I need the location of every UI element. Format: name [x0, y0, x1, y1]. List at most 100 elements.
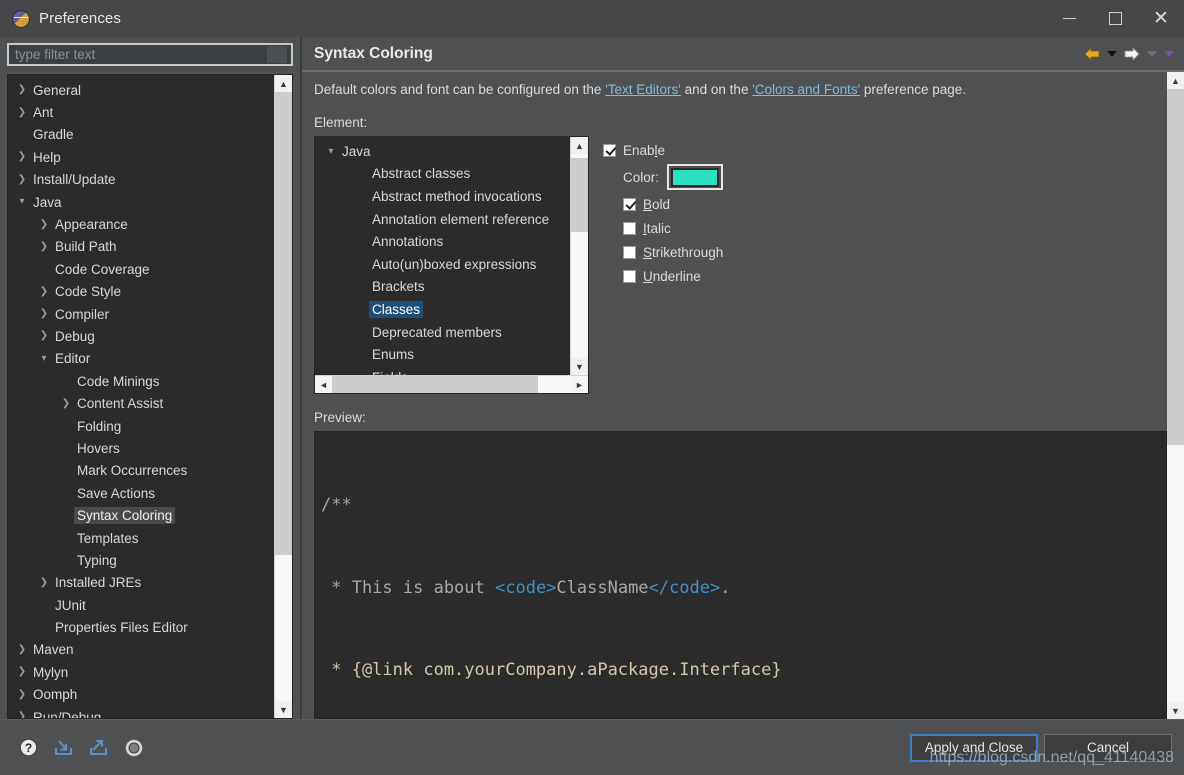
- sidebar-item-hovers[interactable]: Hovers: [8, 437, 274, 459]
- element-scroll-thumb[interactable]: [571, 158, 588, 232]
- color-swatch-button[interactable]: [667, 164, 724, 190]
- chevron-right-icon[interactable]: ❯: [36, 286, 52, 297]
- page-scroll-track[interactable]: [1167, 89, 1184, 702]
- chevron-right-icon[interactable]: ❯: [58, 398, 74, 409]
- cancel-button[interactable]: Cancel: [1044, 733, 1172, 762]
- chevron-down-icon[interactable]: ▾: [323, 146, 339, 157]
- sidebar-item-save-actions[interactable]: Save Actions: [8, 482, 274, 504]
- sidebar-item-compiler[interactable]: ❯ Compiler: [8, 303, 274, 325]
- export-icon[interactable]: [88, 737, 109, 758]
- sidebar-item-content-assist[interactable]: ❯ Content Assist: [8, 392, 274, 414]
- apply-and-close-button[interactable]: Apply and Close: [910, 733, 1038, 762]
- chevron-right-icon[interactable]: ❯: [14, 174, 30, 185]
- minimize-button[interactable]: [1046, 0, 1092, 37]
- element-scroll-down-icon[interactable]: ▼: [571, 358, 588, 375]
- element-scroll-track[interactable]: [571, 154, 588, 358]
- bold-option-row[interactable]: Bold: [603, 192, 723, 216]
- hscroll-thumb[interactable]: [332, 376, 538, 393]
- forward-arrow-icon[interactable]: [1124, 46, 1140, 61]
- colors-and-fonts-link[interactable]: 'Colors and Fonts': [752, 82, 860, 97]
- enable-option-row[interactable]: Enable: [603, 138, 723, 162]
- sidebar-item-ant[interactable]: ❯ Ant: [8, 101, 274, 123]
- hscroll-left-icon[interactable]: ◄: [315, 376, 332, 393]
- sidebar-item-gradle[interactable]: Gradle: [8, 124, 274, 146]
- sidebar-item-code-style[interactable]: ❯ Code Style: [8, 281, 274, 303]
- text-editors-link[interactable]: 'Text Editors': [605, 82, 681, 97]
- page-menu-chevron-down-icon[interactable]: [1164, 50, 1174, 57]
- back-arrow-icon[interactable]: [1084, 46, 1100, 61]
- sidebar-item-help[interactable]: ❯ Help: [8, 146, 274, 168]
- sidebar-item-properties-files-editor[interactable]: Properties Files Editor: [8, 616, 274, 638]
- filter-box[interactable]: [7, 43, 293, 66]
- scroll-down-icon[interactable]: ▼: [275, 701, 292, 718]
- sidebar-item-general[interactable]: ❯ General: [8, 79, 274, 101]
- sidebar-item-appearance[interactable]: ❯ Appearance: [8, 213, 274, 235]
- maximize-button[interactable]: [1092, 0, 1138, 37]
- page-scroll-up-icon[interactable]: ▲: [1167, 72, 1184, 89]
- sidebar-item-debug[interactable]: ❯ Debug: [8, 325, 274, 347]
- element-item-java[interactable]: ▾ Java: [315, 140, 570, 163]
- chevron-right-icon[interactable]: ❯: [14, 667, 30, 677]
- enable-checkbox[interactable]: [603, 143, 616, 157]
- sidebar-item-folding[interactable]: Folding: [8, 415, 274, 437]
- chevron-right-icon[interactable]: ❯: [14, 107, 30, 118]
- page-scrollbar[interactable]: ▲ ▼: [1167, 72, 1184, 719]
- chevron-right-icon[interactable]: ❯: [14, 85, 30, 95]
- filter-input[interactable]: [13, 46, 267, 63]
- underline-checkbox[interactable]: [623, 269, 636, 283]
- chevron-right-icon[interactable]: ❯: [36, 331, 52, 341]
- element-item-abstract-method-invocations[interactable]: Abstract method invocations: [315, 185, 570, 208]
- sidebar-item-code-minings[interactable]: Code Minings: [8, 370, 274, 392]
- chevron-right-icon[interactable]: ❯: [14, 712, 30, 718]
- element-item-annotations[interactable]: Annotations: [315, 230, 570, 253]
- sidebar-item-mylyn[interactable]: ❯ Mylyn: [8, 661, 274, 683]
- element-list-hscrollbar[interactable]: ◄ ►: [315, 375, 588, 393]
- chevron-right-icon[interactable]: ❯: [14, 689, 30, 700]
- sidebar-item-templates[interactable]: Templates: [8, 527, 274, 549]
- element-item-fields[interactable]: Fields: [315, 366, 570, 375]
- preview-code-area[interactable]: /** * This is about <code>ClassName</cod…: [314, 431, 1167, 719]
- underline-option-row[interactable]: Underline: [603, 264, 723, 288]
- chevron-right-icon[interactable]: ❯: [14, 644, 30, 655]
- chevron-down-icon[interactable]: ▾: [14, 197, 30, 207]
- chevron-down-icon[interactable]: ▾: [36, 353, 52, 364]
- preferences-tree[interactable]: ❯ General ❯ Ant Gradle ❯ Help ❯ Install/Update ▾ J…: [8, 75, 274, 718]
- sidebar-item-run-debug[interactable]: ❯ Run/Debug: [8, 706, 274, 718]
- sidebar-item-typing[interactable]: Typing: [8, 549, 274, 571]
- sidebar-item-oomph[interactable]: ❯ Oomph: [8, 684, 274, 706]
- page-scroll-thumb[interactable]: [1167, 89, 1184, 445]
- element-item-abstract-classes[interactable]: Abstract classes: [315, 163, 570, 186]
- filter-clear-icon[interactable]: [267, 46, 287, 63]
- chevron-right-icon[interactable]: ❯: [36, 309, 52, 319]
- element-list[interactable]: ▾ Java Abstract classes Abstract method inv…: [315, 137, 570, 375]
- element-item-classes[interactable]: Classes: [315, 298, 570, 321]
- sidebar-item-editor[interactable]: ▾ Editor: [8, 348, 274, 370]
- chevron-right-icon[interactable]: ❯: [36, 241, 52, 252]
- sidebar-item-maven[interactable]: ❯ Maven: [8, 639, 274, 661]
- hscroll-right-icon[interactable]: ►: [571, 376, 588, 393]
- sidebar-item-install-update[interactable]: ❯ Install/Update: [8, 169, 274, 191]
- sidebar-item-junit[interactable]: JUnit: [8, 594, 274, 616]
- sidebar-item-mark-occurrences[interactable]: Mark Occurrences: [8, 460, 274, 482]
- sidebar-item-syntax-coloring[interactable]: Syntax Coloring: [8, 504, 274, 526]
- chevron-right-icon[interactable]: ❯: [14, 152, 30, 162]
- sidebar-scroll-thumb[interactable]: [275, 92, 292, 555]
- bold-checkbox[interactable]: [623, 197, 636, 211]
- element-item-annotation-element-reference[interactable]: Annotation element reference: [315, 208, 570, 231]
- scroll-up-icon[interactable]: ▲: [275, 75, 292, 92]
- sidebar-scrollbar[interactable]: ▲ ▼: [274, 75, 292, 718]
- sidebar-item-java[interactable]: ▾ Java: [8, 191, 274, 213]
- close-button[interactable]: ✕: [1138, 0, 1184, 37]
- back-history-chevron-down-icon[interactable]: [1107, 50, 1117, 57]
- element-item-deprecated-members[interactable]: Deprecated members: [315, 321, 570, 344]
- element-scroll-up-icon[interactable]: ▲: [571, 137, 588, 154]
- chevron-right-icon[interactable]: ❯: [36, 577, 52, 588]
- italic-option-row[interactable]: Italic: [603, 216, 723, 240]
- sidebar-item-installed-jres[interactable]: ❯ Installed JREs: [8, 572, 274, 594]
- element-list-scrollbar[interactable]: ▲ ▼: [570, 137, 588, 375]
- hscroll-track[interactable]: [332, 376, 571, 393]
- import-icon[interactable]: [53, 737, 74, 758]
- page-scroll-down-icon[interactable]: ▼: [1167, 702, 1184, 719]
- element-item-enums[interactable]: Enums: [315, 343, 570, 366]
- strikethrough-checkbox[interactable]: [623, 245, 636, 259]
